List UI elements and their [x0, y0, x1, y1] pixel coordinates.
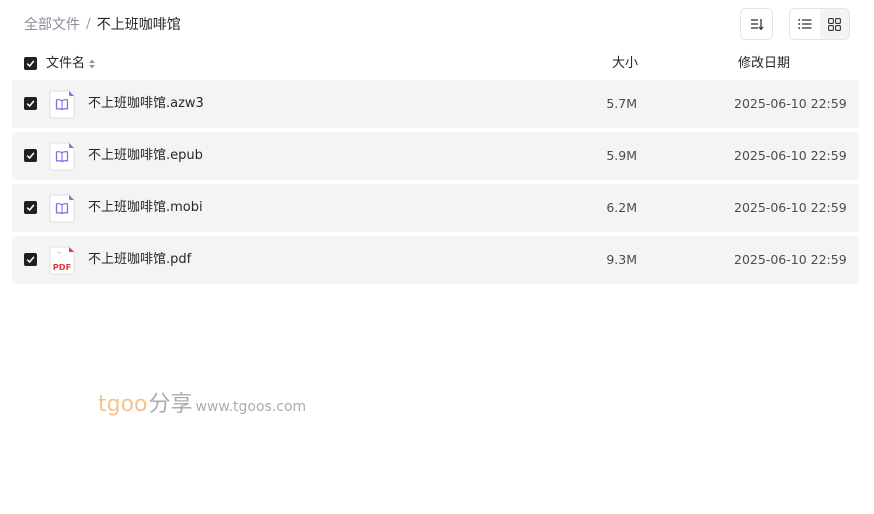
file-size: 9.3M — [606, 252, 637, 267]
file-size: 5.9M — [606, 148, 637, 163]
select-all-checkbox[interactable] — [24, 57, 37, 70]
pdf-icon-label: PDF — [53, 262, 71, 272]
column-header-name[interactable]: 文件名 — [46, 54, 95, 74]
grid-view-button[interactable] — [819, 9, 849, 39]
breadcrumb: 全部文件 / 不上班咖啡馆 — [24, 14, 181, 34]
file-date: 2025-06-10 22:59 — [734, 200, 847, 215]
watermark-share: 分享 — [148, 392, 193, 417]
pdf-icon: PDF — [49, 246, 75, 275]
file-size: 5.7M — [606, 96, 637, 111]
file-name[interactable]: 不上班咖啡馆.epub — [88, 132, 203, 180]
file-size: 6.2M — [606, 200, 637, 215]
file-name[interactable]: 不上班咖啡馆.mobi — [88, 184, 203, 232]
check-icon — [26, 60, 35, 68]
file-date: 2025-06-10 22:59 — [734, 252, 847, 267]
file-date: 2025-06-10 22:59 — [734, 148, 847, 163]
table-header: 文件名 大小 修改日期 — [24, 54, 844, 74]
check-icon — [26, 100, 35, 108]
column-header-name-label: 文件名 — [46, 56, 86, 71]
breadcrumb-current: 不上班咖啡馆 — [96, 17, 181, 33]
watermark: tgoo 分享 www.tgoos.com — [98, 386, 306, 418]
column-header-size[interactable]: 大小 — [612, 54, 638, 74]
table-row[interactable]: 不上班咖啡馆.azw3 5.7M 2025-06-10 22:59 — [12, 80, 859, 128]
ebook-icon — [49, 194, 75, 223]
grid-view-icon — [827, 17, 841, 31]
list-view-button[interactable] — [790, 9, 820, 39]
check-icon — [26, 204, 35, 212]
column-header-date[interactable]: 修改日期 — [738, 54, 790, 74]
table-row[interactable]: PDF 不上班咖啡馆.pdf 9.3M 2025-06-10 22:59 — [12, 236, 859, 284]
sort-arrows-icon — [89, 59, 95, 69]
check-icon — [26, 152, 35, 160]
watermark-url: www.tgoos.com — [195, 399, 307, 415]
view-toggle — [789, 8, 850, 40]
file-date: 2025-06-10 22:59 — [734, 96, 847, 111]
ebook-icon — [49, 90, 75, 119]
row-checkbox[interactable] — [24, 97, 37, 110]
list-view-icon — [798, 19, 812, 29]
table-row[interactable]: 不上班咖啡馆.mobi 6.2M 2025-06-10 22:59 — [12, 184, 859, 232]
file-name[interactable]: 不上班咖啡馆.azw3 — [88, 80, 204, 128]
breadcrumb-root-link[interactable]: 全部文件 — [24, 14, 80, 34]
ebook-icon — [49, 142, 75, 171]
row-checkbox[interactable] — [24, 201, 37, 214]
file-name[interactable]: 不上班咖啡馆.pdf — [88, 236, 191, 284]
row-checkbox[interactable] — [24, 253, 37, 266]
watermark-brand: tgoo — [98, 392, 148, 417]
breadcrumb-separator: / — [86, 16, 91, 32]
sort-icon — [750, 19, 763, 31]
table-row[interactable]: 不上班咖啡馆.epub 5.9M 2025-06-10 22:59 — [12, 132, 859, 180]
sort-button[interactable] — [740, 8, 773, 40]
row-checkbox[interactable] — [24, 149, 37, 162]
check-icon — [26, 256, 35, 264]
